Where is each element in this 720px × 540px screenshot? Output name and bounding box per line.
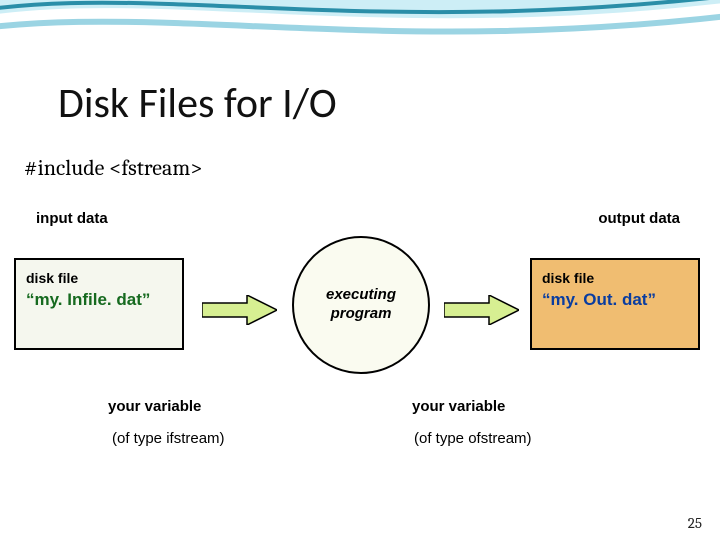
- arrow-to-process: [202, 295, 277, 325]
- arrow-to-output: [444, 295, 519, 325]
- page-number: 25: [688, 514, 702, 532]
- output-file-box: disk file “my. Out. dat”: [530, 258, 700, 350]
- process-ellipse: executing program: [292, 236, 430, 374]
- input-file-kind: disk file: [26, 270, 172, 286]
- label-output-data: output data: [598, 210, 680, 227]
- process-line1: executing: [326, 286, 396, 303]
- caption-type-right: (of type ofstream): [414, 430, 532, 447]
- label-input-data: input data: [36, 210, 108, 227]
- process-node: executing program: [292, 236, 430, 374]
- input-file-box: disk file “my. Infile. dat”: [14, 258, 184, 350]
- process-line2: program: [331, 305, 392, 322]
- caption-type-left: (of type ifstream): [112, 430, 225, 447]
- output-file-kind: disk file: [542, 270, 688, 286]
- caption-var-left: your variable: [108, 398, 201, 415]
- process-label: executing program: [326, 286, 396, 324]
- input-file-name: “my. Infile. dat”: [26, 290, 172, 310]
- include-directive: #include <fstream>: [24, 155, 202, 181]
- caption-var-right: your variable: [412, 398, 505, 415]
- page-title: Disk Files for I/O: [58, 78, 337, 129]
- top-swoosh: [0, 0, 720, 80]
- output-file-name: “my. Out. dat”: [542, 290, 688, 310]
